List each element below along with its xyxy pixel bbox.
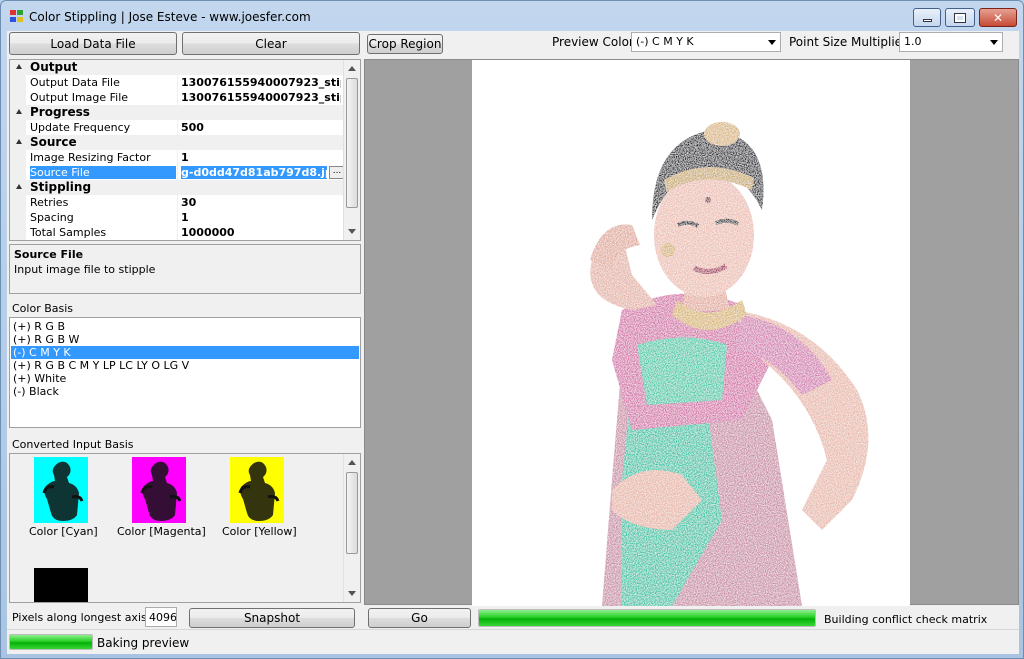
- client-area: Load Data File Clear Crop Region Preview…: [7, 31, 1019, 654]
- thumbnail-caption: Color [Cyan]: [29, 525, 98, 538]
- thumbnails-scrollbar[interactable]: [343, 454, 360, 602]
- category-progress[interactable]: Progress: [10, 105, 346, 120]
- status-progress-bar: [9, 634, 93, 650]
- collapse-icon[interactable]: [16, 139, 22, 144]
- list-item[interactable]: (+) White: [11, 372, 359, 385]
- property-name: Output Data File: [30, 76, 120, 89]
- converted-basis-label: Converted Input Basis: [12, 438, 134, 451]
- list-item[interactable]: (-) Black: [11, 385, 359, 398]
- category-output[interactable]: Output: [10, 60, 346, 75]
- minimize-button[interactable]: [913, 8, 941, 27]
- cyan-channel-thumbnail[interactable]: [34, 457, 88, 523]
- property-name: Output Image File: [30, 91, 129, 104]
- scroll-up-icon[interactable]: [348, 460, 356, 465]
- preview-color-select[interactable]: (-) C M Y K: [631, 32, 781, 52]
- scroll-thumb[interactable]: [346, 472, 358, 554]
- collapse-icon[interactable]: [16, 64, 22, 69]
- chevron-down-icon: [768, 40, 776, 45]
- status-text: Baking preview: [97, 636, 190, 650]
- property-row[interactable]: Output Data File 130076155940007923_stipp…: [10, 75, 346, 90]
- property-row[interactable]: Image Resizing Factor 1: [10, 150, 346, 165]
- help-description: Input image file to stipple: [14, 263, 156, 276]
- point-size-label: Point Size Multiplier: [789, 35, 907, 49]
- close-icon: ✕: [992, 10, 1004, 25]
- thumbnail-caption: Color [Yellow]: [222, 525, 297, 538]
- property-help-panel: Source File Input image file to stipple: [9, 244, 361, 294]
- point-size-select[interactable]: 1.0: [899, 32, 1003, 52]
- property-name: Source File: [30, 166, 176, 179]
- help-title: Source File: [14, 248, 84, 261]
- preview-color-value: (-) C M Y K: [636, 35, 694, 48]
- minimize-icon: [922, 19, 932, 22]
- property-value[interactable]: 30: [181, 196, 341, 209]
- converted-basis-panel[interactable]: Color [Cyan] Color [Magenta] Color [Yell…: [9, 453, 361, 603]
- black-channel-thumbnail[interactable]: [34, 568, 88, 602]
- property-row[interactable]: Spacing 1: [10, 210, 346, 225]
- property-row[interactable]: Update Frequency 500: [10, 120, 346, 135]
- list-item[interactable]: (+) R G B W: [11, 333, 359, 346]
- point-size-value: 1.0: [904, 35, 922, 48]
- property-grid[interactable]: Output Output Data File 13007615594000792…: [9, 59, 361, 241]
- status-progress-fill: [10, 635, 92, 649]
- maximize-button[interactable]: [945, 8, 975, 27]
- property-row[interactable]: Output Image File 130076155940007923_stip…: [10, 90, 346, 105]
- collapse-icon[interactable]: [16, 184, 22, 189]
- yellow-channel-thumbnail[interactable]: [230, 457, 284, 523]
- property-value[interactable]: 1000000: [181, 226, 341, 239]
- property-name: Spacing: [30, 211, 74, 224]
- property-row[interactable]: Total Samples 1000000: [10, 225, 346, 240]
- scroll-up-icon[interactable]: [348, 66, 356, 71]
- title-bar[interactable]: Color Stippling | Jose Esteve - www.joes…: [1, 1, 1023, 31]
- window-title: Color Stippling | Jose Esteve - www.joes…: [29, 10, 311, 24]
- app-icon: [10, 10, 24, 23]
- pixels-axis-label: Pixels along longest axis: [12, 611, 147, 624]
- category-source[interactable]: Source: [10, 135, 346, 150]
- property-value[interactable]: 1: [181, 211, 341, 224]
- preview-color-label: Preview Color: [552, 35, 634, 49]
- property-value[interactable]: 500: [181, 121, 341, 134]
- source-file-input[interactable]: g-d0dd47d81ab797d8.jpg: [181, 166, 327, 179]
- chevron-down-icon: [990, 40, 998, 45]
- list-item-selected[interactable]: (-) C M Y K: [11, 346, 359, 359]
- crop-region-button[interactable]: Crop Region: [367, 34, 443, 54]
- go-button[interactable]: Go: [368, 608, 471, 628]
- property-value[interactable]: 130076155940007923_stippli: [181, 91, 341, 104]
- property-value[interactable]: 130076155940007923_stippli: [181, 76, 341, 89]
- status-bar: Baking preview: [7, 629, 1019, 654]
- preview-panel[interactable]: [364, 59, 1019, 606]
- list-item[interactable]: (+) R G B C M Y LP LC LY O LG V: [11, 359, 359, 372]
- main-progress-bar: [478, 609, 816, 627]
- main-progress-fill: [479, 610, 815, 626]
- property-row[interactable]: Retries 30: [10, 195, 346, 210]
- property-name: Update Frequency: [30, 121, 131, 134]
- list-item[interactable]: (+) R G B: [11, 320, 359, 333]
- close-button[interactable]: ✕: [979, 8, 1017, 27]
- category-stippling[interactable]: Stippling: [10, 180, 346, 195]
- pixels-axis-input[interactable]: 4096_: [145, 607, 177, 627]
- color-basis-list[interactable]: (+) R G B (+) R G B W (-) C M Y K (+) R …: [9, 317, 361, 428]
- property-name: Retries: [30, 196, 69, 209]
- magenta-channel-thumbnail[interactable]: [132, 457, 186, 523]
- property-value[interactable]: 1: [181, 151, 341, 164]
- clear-button[interactable]: Clear: [182, 32, 360, 55]
- snapshot-button[interactable]: Snapshot: [189, 608, 355, 628]
- property-name: Total Samples: [30, 226, 107, 239]
- thumbnail-caption: Color [Magenta]: [117, 525, 206, 538]
- app-window: Color Stippling | Jose Esteve - www.joes…: [0, 0, 1024, 659]
- property-row-selected[interactable]: Source File g-d0dd47d81ab797d8.jpg...: [10, 165, 346, 180]
- scroll-down-icon[interactable]: [348, 229, 356, 234]
- stippled-preview-image: [472, 60, 910, 606]
- property-grid-scrollbar[interactable]: [343, 60, 360, 240]
- maximize-icon: [954, 12, 966, 23]
- color-basis-label: Color Basis: [12, 302, 74, 315]
- scroll-thumb[interactable]: [346, 78, 358, 208]
- property-name: Image Resizing Factor: [30, 151, 151, 164]
- progress-status-text: Building conflict check matrix: [824, 613, 988, 626]
- scroll-down-icon[interactable]: [348, 591, 356, 596]
- collapse-icon[interactable]: [16, 109, 22, 114]
- load-data-file-button[interactable]: Load Data File: [9, 32, 177, 55]
